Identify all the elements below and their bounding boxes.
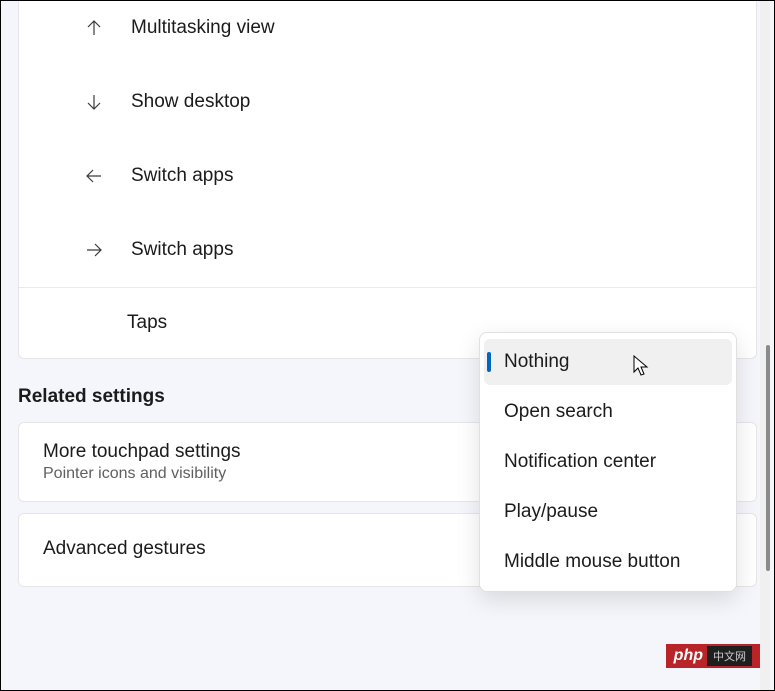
gesture-label: Switch apps — [131, 165, 233, 187]
gesture-label: Multitasking view — [131, 17, 275, 39]
gesture-label: Switch apps — [131, 239, 233, 261]
gesture-row-switch-left[interactable]: Switch apps — [19, 139, 756, 213]
gesture-row-multitasking[interactable]: Multitasking view — [19, 1, 756, 65]
watermark: php 中文网 — [666, 644, 760, 668]
dropdown-option-nothing[interactable]: Nothing — [484, 339, 732, 385]
arrow-left-icon — [79, 166, 109, 186]
scrollbar-thumb[interactable] — [766, 345, 770, 571]
taps-label: Taps — [127, 312, 167, 334]
arrow-down-icon — [79, 92, 109, 112]
arrow-up-icon — [79, 18, 109, 38]
dropdown-option-notification-center[interactable]: Notification center — [480, 437, 736, 487]
watermark-suffix: 中文网 — [707, 646, 752, 666]
gesture-row-switch-right[interactable]: Switch apps — [19, 213, 756, 287]
dropdown-option-play-pause[interactable]: Play/pause — [480, 487, 736, 537]
taps-dropdown[interactable]: Nothing Open search Notification center … — [479, 332, 737, 592]
arrow-right-icon — [79, 240, 109, 260]
dropdown-option-open-search[interactable]: Open search — [480, 387, 736, 437]
gesture-row-desktop[interactable]: Show desktop — [19, 65, 756, 139]
gesture-label: Show desktop — [131, 91, 250, 113]
gestures-card: Multitasking view Show desktop Switch ap… — [18, 1, 757, 359]
dropdown-option-middle-mouse[interactable]: Middle mouse button — [480, 537, 736, 587]
watermark-brand: php — [674, 647, 703, 665]
